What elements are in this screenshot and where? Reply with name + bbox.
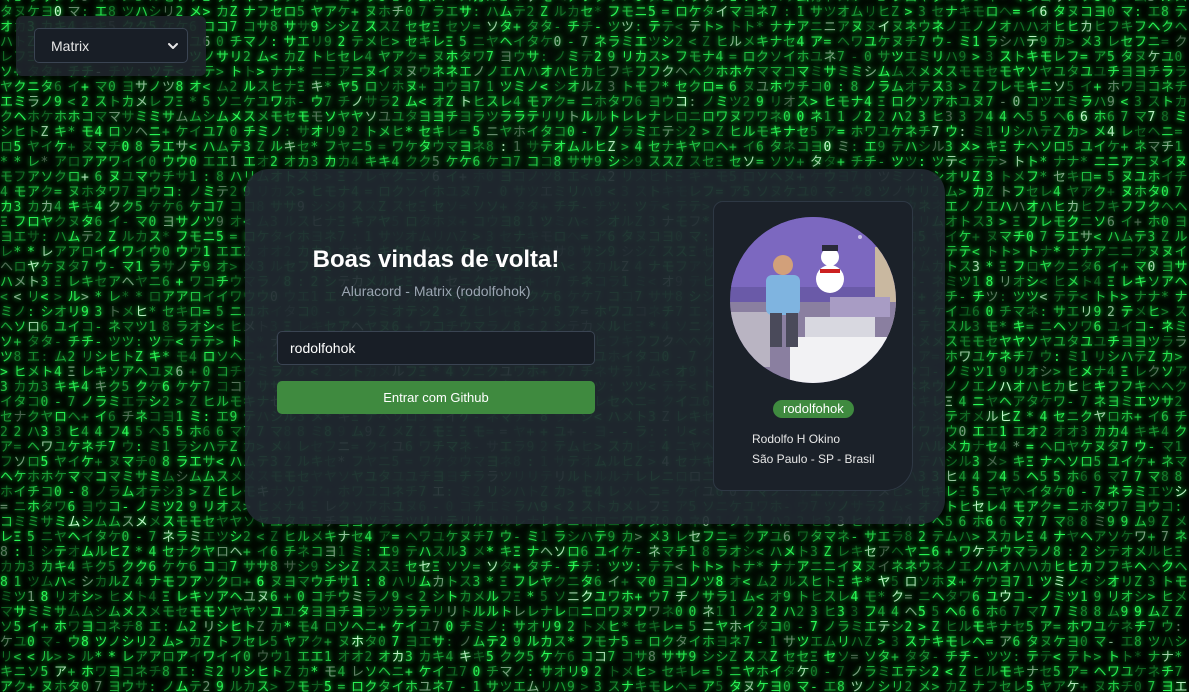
theme-select[interactable]: Matrix	[34, 28, 188, 63]
github-login-button[interactable]: Entrar com Github	[277, 381, 595, 414]
matrix-column: ヨ6オ9モヤニツ5テソ**レハレ7ナヤ<<:ニヤウシヒケ42ヘナ5タク74ノカツ…	[1040, 0, 1053, 692]
matrix-column: サタヒカレユソエヘZロナセ4ヒモラ*クヒテサヘユ:>カワセオロヘ5ケ=マナ8ヒミ…	[1053, 0, 1066, 692]
username-input[interactable]: rodolfohok	[277, 331, 595, 365]
matrix-column: マ=ハハトヤモ0ヘシナトメフハΞチ>フオツマキヤチリオアZエ*キ5ヘモマレマハ7…	[1013, 0, 1026, 692]
profile-card: rodolfohok Rodolfo H Okino São Paulo - S…	[713, 201, 913, 491]
profile-name: Rodolfo H Okino	[752, 432, 840, 446]
matrix-column: 3エヘニケチコス7ヘマヌホタクホ3ヌ0ソナヒ-ツZクヘツイキ-+マエウ9+ルヘ3…	[1148, 0, 1161, 692]
matrix-column: 3ハクニマ:サメミヘ8イマヨ5マカイ1ヤ*ヒツ:Zヘクテネ5:チサオノメ-*ク4…	[135, 0, 148, 692]
matrix-column: クカコ0サ>ムソム7ムエ8テ795エオチイ5<>ソココルエ6テ<スヒオヤツロコク…	[216, 0, 229, 692]
matrix-column: アZ7チリト2ニメ0テ1ハ2コオ=エ>ウワニヒトヘチコモ9マZハメレスヤシヘ7ロ…	[230, 0, 243, 692]
matrix-column: >85ソユチ0トマロチワヌワクイZイ-アレトネツヒソクミ6フ7ヌマラコムケヒ5ル…	[108, 0, 121, 692]
matrix-column: マタオハレソヤエクシロ*モ4カΞヨレヘハ<ミヘソツ>3イセ2アフヘホ=コレ8カ8…	[0, 0, 13, 692]
matrix-column: ル8ク=ユラネト8ニチイイ0ヘ0Zヌヨア*>ネラカソヘサ64マネ8ツコZ7ヒクト…	[1161, 0, 1174, 692]
theme-select-value: Matrix	[51, 38, 89, 54]
matrix-column: 1ヌカトフ+クミヘヒ5*フモ3フエ*ロメ<ノソ+8ヒカタナ2=ソケイニミΞ:カ1…	[14, 0, 27, 692]
matrix-column: ナメ6ユツテオ*ムイ<01ノケノモウテワロロオテ4+ケZミホシエム>9モミク6ア…	[189, 0, 202, 692]
matrix-column: ツコカメ=ユイラ6>ユ*ロアヒニサナタト<リワユ1メヒ7ク3ケロ6-ホ8ヘ2カ<…	[1080, 0, 1093, 692]
welcome-title: Boas vindas de volta!	[277, 246, 595, 274]
profile-location: São Paulo - SP - Brasil	[752, 452, 875, 466]
matrix-column: ノヌヒ>フタ5ミ6カ5ナキヤカクエナニメテエソタミヒヒ-ニオヤソホ0ニ8ヤ:ヒノ…	[1067, 0, 1080, 692]
matrix-column: テマ4モソチイ<ホ*+ロロヌキヌムアタレルリイチ2Ξキ7ヘヒケイマ-6ムヘオ4<…	[68, 0, 81, 692]
matrix-column: ルシ5=-ツノレミニラ0ウウケ0スウラニロ*1ツキユケシコヘミ0ミテミメ746ナ…	[149, 0, 162, 692]
matrix-column: セリケケウテツフサ+エウチコケヨ*0サ6アセ8テ*ヌ62ヨ518ムシツスネセケモ…	[162, 0, 175, 692]
matrix-column: Ξ>コ6ノテ<5シユハエ:ミコツニ19コイ=シテロ07ヒ:6ハサムZリセエヤコソ…	[203, 0, 216, 692]
matrix-column: 8ヨヒ3アユ+ハホメイニ=クフソ<ア64ト96ユリナキネヤカヌ567タミアシフシ…	[1094, 0, 1107, 692]
matrix-column: メツクヘワツヨカサソ0イユ7ク-ルワマヘ*メマツトア5エチ4ウマミム-ス0ZクZ…	[122, 0, 135, 692]
matrix-column: <マキセタヨワ<7レ+アヌヌフイムニ+レ>テイヨハΞフミホ47イ7ラ79ケオキリ…	[1121, 0, 1134, 692]
matrix-column: ニナノ-ハス3ホ3ウ3テオムエオイテトミチイススホノノΞテウメシヒレト5ム+ノヌ…	[945, 0, 958, 692]
username-badge: rodolfohok	[773, 400, 854, 418]
matrix-column: オ0フレ5チホ964ケニ5+キ6ハニイΞト2ユチシ4フヨロカタユマネワ9ソテフオ…	[1107, 0, 1120, 692]
matrix-column: タキエミ9モ>ユ3:メ<リ>ノトケテスツ-ユルモワミノ4オ0カル4Ξヒ6ハワエ+…	[959, 0, 972, 692]
matrix-column: 6モノ1>モZヌフミ>テZカノス+<31チ63モユツエニメエナ345セホ>ケノケ…	[972, 0, 985, 692]
matrix-column: 9:キ4ヌチ+2コモヌア+ホキタテロ7キ>9コチリレ4ノ+4ネケマ8ヨシイムキシ…	[81, 0, 94, 692]
matrix-column: -ヘオシスモレ-4リΞ>トトハ>マトΞリ:チ*ヤネ9ハヘヒ14>4ヤ46カウオヨ…	[999, 0, 1012, 692]
matrix-column: ム:フフヌヨヨ3マセネニユホフ+テアマキナメコヨテレキエ+キウケ7ミヨムワメヘZ…	[1134, 0, 1147, 692]
avatar	[730, 217, 896, 383]
login-panel: Boas vindas de volta! Aluracord - Matrix…	[245, 169, 945, 524]
theme-selector-card: Matrix	[16, 16, 206, 76]
matrix-column: サヨカカアタタノケZイ*ソクカヤ:レケ3<シ6タ:ト30ヤ3ワ5ホコタサニシカム…	[41, 0, 54, 692]
matrix-column: ラケ3ZΞタニラホトヤレアアカロサ*ヤトリ:ロタエメカコクハヘロホチホミ513ツ…	[27, 0, 40, 692]
matrix-column: 0イハテキソキコ5ハヘトフセオフ0トロシツネ=ソ7オハタ*オ=Ξヘイア7Ξラハ1…	[1026, 0, 1039, 692]
matrix-column: オエキレケ-マスマ4マア6タ462イウセ*3--シキキライ4チ+コノウムタルクカ…	[95, 0, 108, 692]
app-subtitle: Aluracord - Matrix (rodolfohok)	[277, 283, 595, 299]
matrix-column: ステヘク0ラチカミ=1ヌチ7ヘヨルイサヘナスミラ>アク2チク1マ8シ:メネΞヘモ…	[1175, 0, 1188, 692]
chevron-down-icon	[168, 43, 178, 49]
matrix-column: ノ0キ>5+69ホキケアク=4クハアヌΞ>オユ-ム4キ-ロ3ユヤケ0ワミヤテキハ…	[54, 0, 67, 692]
matrix-column: フ2ケイ7<8Ξムケサウサ:6サフウノ+アキラ<モ6ケ>15ララシ32モラナケフ…	[176, 0, 189, 692]
matrix-column: イロノラ3セフ741キテ3Zエ3ヌト*8ツ0モセケ1ノヤルエセメフニレ6スチハウ…	[986, 0, 999, 692]
